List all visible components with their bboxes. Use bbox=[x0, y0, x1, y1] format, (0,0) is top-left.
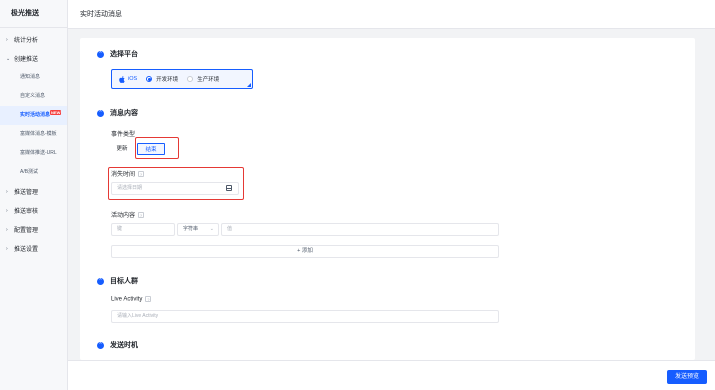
sidebar-item-rich-template[interactable]: 富媒体消息-模板 bbox=[0, 125, 67, 144]
new-badge: NEW bbox=[50, 110, 62, 115]
sidebar-item-label: 推送管理 bbox=[14, 190, 39, 196]
add-field-button[interactable]: + 添加 bbox=[111, 245, 499, 258]
selected-corner-icon bbox=[247, 83, 251, 87]
footer-bar: 发送预览 bbox=[68, 360, 715, 390]
sidebar-item-stats[interactable]: › 统计分析 bbox=[0, 30, 67, 49]
page-title: 实时活动消息 bbox=[80, 11, 122, 18]
section-title: 目标人群 bbox=[110, 278, 138, 285]
type-select[interactable]: 字符串 ⌄ bbox=[177, 223, 219, 236]
section-send-time[interactable]: ⌃ 发送时机 bbox=[97, 340, 138, 350]
chevron-right-icon: › bbox=[6, 245, 8, 252]
highlight-box bbox=[108, 167, 244, 200]
chevron-right-icon: › bbox=[6, 226, 8, 233]
send-preview-button[interactable]: 发送预览 bbox=[667, 370, 707, 384]
section-message[interactable]: ⌃ 消息内容 bbox=[97, 108, 138, 118]
env-dev-label: 开发环境 bbox=[156, 77, 179, 83]
section-platform[interactable]: ⌃ 选择平台 bbox=[97, 49, 138, 59]
page-header: 实时活动消息 bbox=[68, 0, 715, 29]
highlight-box bbox=[135, 137, 179, 159]
sidebar-item-label: 配置管理 bbox=[14, 228, 39, 234]
sidebar-nav: › 统计分析 ⌄ 创建推送 通知消息 自定义消息 实时活动消息NEW 富媒体消息… bbox=[0, 28, 67, 258]
live-activity-input[interactable]: 请输入Live Activity bbox=[111, 310, 499, 323]
collapse-icon[interactable]: ⌃ bbox=[97, 277, 104, 285]
activity-content-text: 活动内容 bbox=[111, 213, 136, 219]
chevron-down-icon: ⌄ bbox=[6, 55, 11, 62]
event-update-button[interactable]: 更新 bbox=[111, 143, 133, 155]
sidebar-item-label: 创建推送 bbox=[14, 57, 39, 63]
chevron-right-icon: › bbox=[6, 207, 8, 214]
section-audience[interactable]: ⌃ 目标人群 bbox=[97, 276, 138, 286]
event-type-label: 事件类型 bbox=[111, 132, 136, 138]
sidebar-item-label: 统计分析 bbox=[14, 38, 39, 44]
live-activity-label: Live Activity? bbox=[111, 296, 152, 303]
env-dev-radio[interactable] bbox=[146, 76, 153, 82]
chevron-right-icon: › bbox=[6, 188, 8, 195]
sidebar-item-custom-message[interactable]: 自定义消息 bbox=[0, 87, 67, 106]
collapse-icon[interactable]: ⌃ bbox=[97, 341, 104, 349]
sidebar: 极光推送 › 统计分析 ⌄ 创建推送 通知消息 自定义消息 实时活动消息NEW … bbox=[0, 0, 68, 390]
apple-icon bbox=[119, 75, 125, 83]
chevron-down-icon: ⌄ bbox=[209, 226, 214, 232]
brand-title: 极光推送 bbox=[0, 0, 67, 28]
platform-ios-card[interactable]: iOS 开发环境 生产环境 bbox=[111, 69, 253, 89]
os-label: iOS bbox=[128, 76, 138, 82]
help-icon[interactable]: ? bbox=[145, 296, 152, 302]
env-prod-radio[interactable] bbox=[187, 76, 194, 82]
type-select-value: 字符串 bbox=[183, 226, 199, 232]
section-title: 选择平台 bbox=[110, 51, 138, 58]
sidebar-item-settings[interactable]: › 推送设置 bbox=[0, 239, 67, 258]
sidebar-item-push-review[interactable]: › 推送审核 bbox=[0, 201, 67, 220]
sidebar-item-live-activity[interactable]: 实时活动消息NEW bbox=[0, 106, 67, 125]
sidebar-item-label: 推送审核 bbox=[14, 209, 39, 215]
section-title: 消息内容 bbox=[110, 110, 138, 117]
sidebar-item-ab-test[interactable]: A/B测试 bbox=[0, 163, 67, 182]
help-icon[interactable]: ? bbox=[138, 212, 145, 219]
form-card: ⌃ 选择平台 iOS 开发环境 生产环境 ⌃ 消息内容 事件类型 更新 结束 消… bbox=[80, 38, 695, 360]
section-title: 发送时机 bbox=[110, 342, 138, 349]
env-prod-label: 生产环境 bbox=[197, 77, 220, 83]
live-activity-text: Live Activity bbox=[111, 296, 143, 303]
value-input[interactable]: 值 bbox=[221, 223, 499, 236]
activity-content-label: 活动内容? bbox=[111, 210, 145, 219]
collapse-icon[interactable]: ⌃ bbox=[97, 50, 104, 58]
sidebar-item-label: 推送设置 bbox=[14, 247, 39, 253]
chevron-right-icon: › bbox=[6, 36, 8, 43]
sidebar-item-create-push[interactable]: ⌄ 创建推送 bbox=[0, 49, 67, 68]
sidebar-item-label: 实时活动消息 bbox=[20, 112, 51, 118]
key-input[interactable]: 键 bbox=[111, 223, 175, 236]
sidebar-item-notification[interactable]: 通知消息 bbox=[0, 68, 67, 87]
sidebar-item-push-manage[interactable]: › 推送管理 bbox=[0, 182, 67, 201]
collapse-icon[interactable]: ⌃ bbox=[97, 109, 104, 117]
sidebar-item-rich-url[interactable]: 富媒体推送-URL bbox=[0, 144, 67, 163]
sidebar-item-config[interactable]: › 配置管理 bbox=[0, 220, 67, 239]
